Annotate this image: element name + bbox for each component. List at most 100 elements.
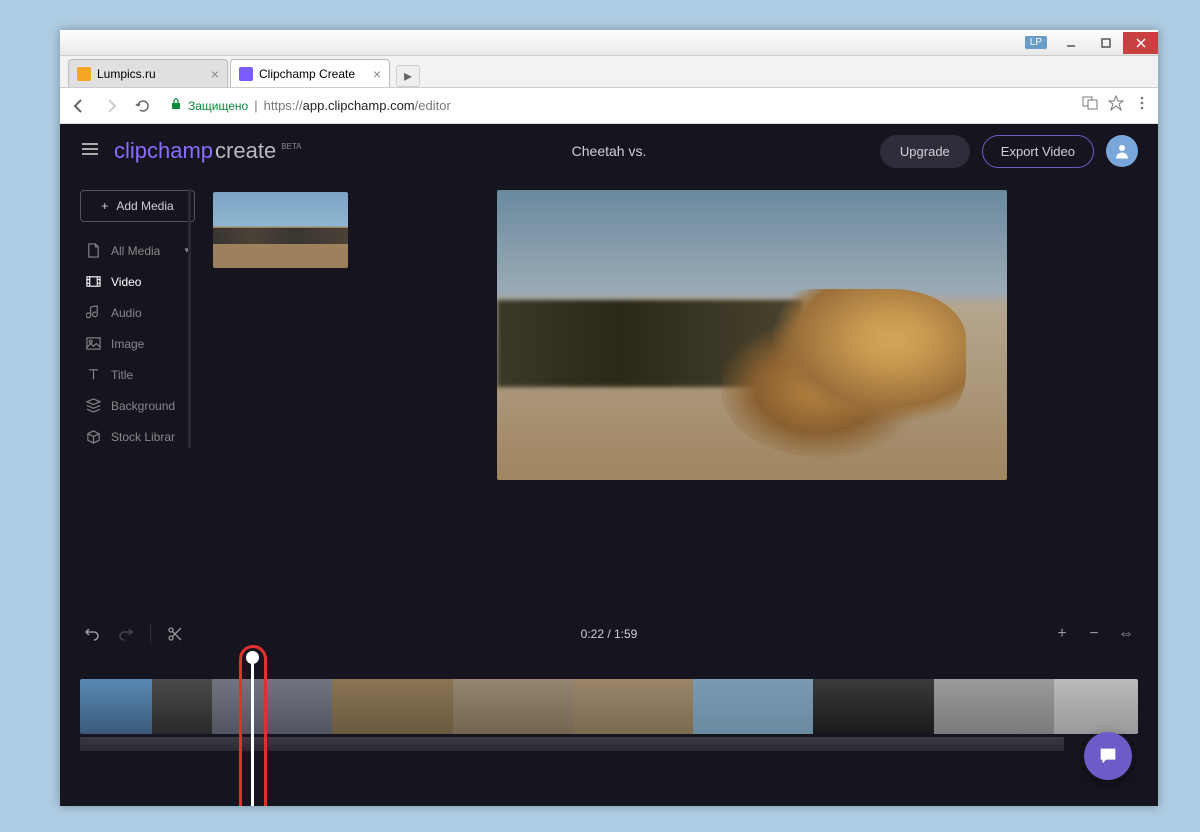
titlebar: LP — [60, 30, 1158, 56]
favicon-icon — [239, 67, 253, 81]
video-preview[interactable] — [497, 190, 1007, 480]
sidebar-item-background[interactable]: Background — [80, 391, 195, 420]
browser-window: LP Lumpics.ru × Clipchamp Create × ▸ Защ… — [60, 30, 1158, 806]
sidebar-item-title[interactable]: Title — [80, 360, 195, 389]
add-media-label: Add Media — [116, 199, 173, 213]
title-icon — [86, 367, 101, 382]
sidebar-item-stock[interactable]: Stock Librar — [80, 422, 195, 451]
menu-icon[interactable] — [1134, 95, 1150, 116]
project-title[interactable]: Cheetah vs. — [572, 143, 647, 159]
secure-label: Защищено — [188, 99, 248, 113]
new-tab-button[interactable]: ▸ — [396, 65, 420, 87]
timeline-clip[interactable] — [693, 679, 813, 734]
audio-icon — [86, 305, 101, 320]
back-button[interactable] — [68, 95, 90, 117]
avatar[interactable] — [1106, 135, 1138, 167]
file-icon — [86, 243, 101, 258]
timeline-time: 0:22 / 1:59 — [581, 627, 638, 641]
video-icon — [86, 274, 101, 289]
tab-clipchamp[interactable]: Clipchamp Create × — [230, 59, 390, 87]
logo: clipchamp create BETA — [114, 138, 302, 164]
sidebar-item-label: Audio — [111, 306, 142, 320]
timeline-clip[interactable] — [934, 679, 1054, 734]
lock-icon — [170, 98, 182, 113]
export-button[interactable]: Export Video — [982, 135, 1094, 168]
playhead[interactable] — [251, 655, 254, 806]
sidebar-item-video[interactable]: Video — [80, 267, 195, 296]
split-button[interactable] — [165, 624, 185, 644]
timeline-clip[interactable] — [573, 679, 693, 734]
upgrade-button[interactable]: Upgrade — [880, 135, 970, 168]
media-thumbnail[interactable] — [213, 192, 348, 268]
address-bar: Защищено | https://app.clipchamp.com/edi… — [60, 88, 1158, 124]
separator — [150, 625, 151, 643]
close-button[interactable] — [1123, 32, 1158, 54]
timeline-clip[interactable] — [80, 679, 152, 734]
add-media-button[interactable]: + Add Media — [80, 190, 195, 222]
url-protocol: https:// — [264, 98, 303, 113]
chat-button[interactable] — [1084, 732, 1132, 780]
sidebar-item-label: All Media — [111, 244, 160, 258]
url-path: /editor — [415, 98, 451, 113]
box-icon — [86, 429, 101, 444]
logo-beta: BETA — [281, 142, 301, 151]
zoom-out-button[interactable]: − — [1084, 624, 1104, 644]
zoom-in-button[interactable]: + — [1052, 624, 1072, 644]
reload-button[interactable] — [132, 95, 154, 117]
layers-icon — [86, 398, 101, 413]
plus-icon: + — [101, 199, 108, 213]
preview-panel — [366, 190, 1138, 617]
address-actions — [1082, 95, 1150, 116]
sidebar-item-image[interactable]: Image — [80, 329, 195, 358]
header-actions: Upgrade Export Video — [880, 135, 1138, 168]
sidebar-item-audio[interactable]: Audio — [80, 298, 195, 327]
timeline-track[interactable] — [80, 737, 1064, 751]
minimize-button[interactable] — [1053, 32, 1088, 54]
media-panel — [213, 190, 348, 617]
tab-close-icon[interactable]: × — [373, 66, 381, 82]
undo-button[interactable] — [82, 624, 102, 644]
logo-part1: clipchamp — [114, 138, 213, 164]
tab-label: Clipchamp Create — [259, 67, 355, 81]
profile-badge: LP — [1025, 36, 1047, 49]
preview-subject — [721, 289, 966, 457]
logo-part2: create — [215, 138, 276, 164]
redo-button — [116, 624, 136, 644]
clip-strip[interactable] — [80, 679, 1138, 734]
sidebar-item-label: Video — [111, 275, 141, 289]
maximize-button[interactable] — [1088, 32, 1123, 54]
translate-icon[interactable] — [1082, 95, 1098, 116]
app-main: + Add Media All Media ▾ Video Audio — [60, 178, 1158, 617]
sidebar: + Add Media All Media ▾ Video Audio — [80, 190, 195, 617]
timeline-clip[interactable] — [1054, 679, 1138, 734]
sidebar-item-label: Stock Librar — [111, 430, 175, 444]
app-header: clipchamp create BETA Cheetah vs. Upgrad… — [60, 124, 1158, 178]
timeline-zoom: + − ⇔ — [1052, 624, 1136, 644]
timeline-clip[interactable] — [212, 679, 332, 734]
sidebar-item-all-media[interactable]: All Media ▾ — [80, 236, 195, 265]
timeline-toolbar: 0:22 / 1:59 + − ⇔ — [60, 617, 1158, 651]
star-icon[interactable] — [1108, 95, 1124, 116]
tab-strip: Lumpics.ru × Clipchamp Create × ▸ — [60, 56, 1158, 88]
timeline-clip[interactable] — [813, 679, 933, 734]
sidebar-item-label: Image — [111, 337, 144, 351]
tab-close-icon[interactable]: × — [211, 66, 219, 82]
forward-button — [100, 95, 122, 117]
image-icon — [86, 336, 101, 351]
url-host: app.clipchamp.com — [303, 98, 415, 113]
url-separator: | — [254, 98, 257, 113]
sidebar-scrollbar[interactable] — [188, 188, 191, 448]
timeline-clip[interactable] — [152, 679, 212, 734]
url-box[interactable]: Защищено | https://app.clipchamp.com/edi… — [164, 98, 1072, 113]
hamburger-icon[interactable] — [80, 139, 100, 164]
timeline[interactable] — [60, 651, 1158, 806]
favicon-icon — [77, 67, 91, 81]
sidebar-item-label: Title — [111, 368, 133, 382]
tab-label: Lumpics.ru — [97, 67, 156, 81]
clipchamp-app: clipchamp create BETA Cheetah vs. Upgrad… — [60, 124, 1158, 806]
zoom-fit-button[interactable]: ⇔ — [1116, 624, 1136, 644]
timeline-clip[interactable] — [453, 679, 573, 734]
timeline-clip[interactable] — [332, 679, 452, 734]
sidebar-item-label: Background — [111, 399, 175, 413]
tab-lumpics[interactable]: Lumpics.ru × — [68, 59, 228, 87]
